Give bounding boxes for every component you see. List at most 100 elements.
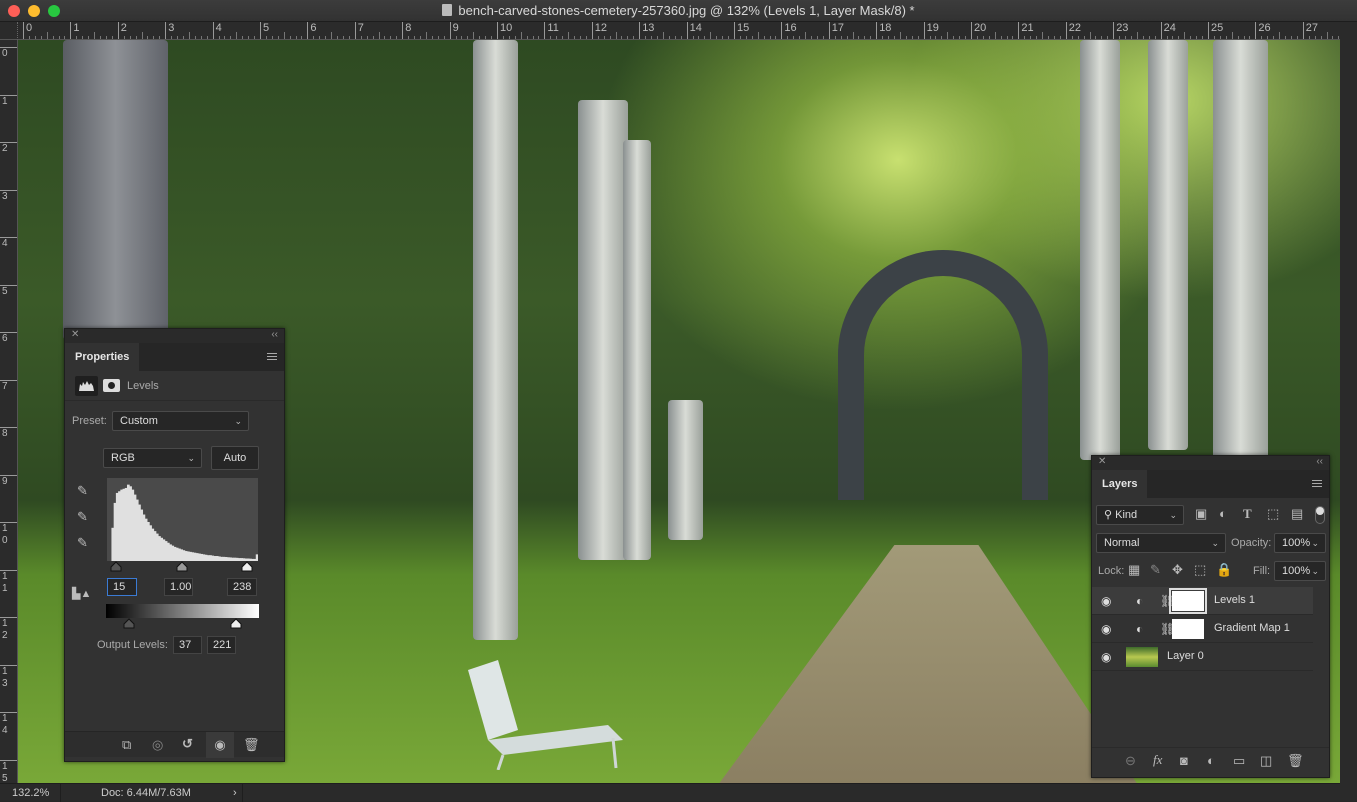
output-white-field[interactable]: 221: [207, 636, 236, 654]
horizontal-ruler[interactable]: 0 1 2 3 4 5 6 7 8 9 10 11 12 13 14 15 16 17 18 19 20 21 22 23 24…: [18, 22, 1340, 40]
zoom-level[interactable]: 132.2%: [12, 784, 49, 802]
layer-row-levels-1[interactable]: ◉ ◐ ⛓ Levels 1: [1092, 587, 1313, 615]
properties-panel: ✕ ‹‹ Properties Levels Preset: Custom ⌄ RG…: [64, 328, 285, 762]
close-panel-icon[interactable]: ✕: [1098, 456, 1106, 467]
pixel-layer-filter-icon[interactable]: ▣: [1195, 506, 1207, 522]
ruler-label: 15: [0, 759, 17, 783]
ruler-tick: [188, 32, 190, 39]
ruler-label: 17: [828, 22, 844, 39]
visibility-eye-icon[interactable]: ◉: [1101, 650, 1111, 664]
ruler-tick: [1089, 32, 1091, 39]
ruler-tick: [94, 32, 96, 39]
layer-filter-dropdown[interactable]: ⚲ Kind ⌄: [1096, 505, 1184, 525]
ruler-tick: [1136, 32, 1138, 39]
view-previous-state-icon[interactable]: ◎: [152, 737, 163, 753]
minimize-window-button[interactable]: [28, 5, 40, 17]
title-bar: bench-carved-stones-cemetery-257360.jpg …: [0, 0, 1357, 22]
channel-dropdown[interactable]: RGB ⌄: [103, 448, 202, 468]
close-window-button[interactable]: [8, 5, 20, 17]
input-white-field[interactable]: 238: [227, 578, 257, 596]
clipping-warning-icon[interactable]: ▙▲: [72, 587, 91, 600]
lock-pixels-icon[interactable]: ✎: [1150, 562, 1161, 578]
collapse-panel-icon[interactable]: ‹‹: [1316, 456, 1323, 467]
layer-mask-thumbnail[interactable]: [1172, 619, 1204, 639]
ruler-label: 9: [449, 22, 459, 39]
chevron-down-icon: ⌄: [1211, 538, 1219, 548]
maximize-window-button[interactable]: [48, 5, 60, 17]
shape-layer-filter-icon[interactable]: ⬚: [1267, 506, 1279, 522]
white-point-eyedropper-icon[interactable]: ✎: [77, 535, 88, 551]
tab-layers[interactable]: Layers: [1092, 470, 1148, 498]
close-panel-icon[interactable]: ✕: [71, 329, 79, 340]
input-gamma-field[interactable]: 1.00: [164, 578, 193, 596]
preset-dropdown[interactable]: Custom ⌄: [112, 411, 249, 431]
trash-icon[interactable]: 🗑: [1287, 753, 1304, 769]
visibility-eye-icon[interactable]: ◉: [206, 732, 234, 758]
input-sliders[interactable]: [107, 561, 258, 573]
layer-thumbnail[interactable]: [1126, 647, 1158, 667]
trash-icon[interactable]: 🗑: [243, 737, 260, 753]
black-point-eyedropper-icon[interactable]: ✎: [77, 483, 88, 499]
ruler-label: 21: [1018, 22, 1034, 39]
add-mask-icon[interactable]: ◙: [1180, 753, 1188, 768]
auto-button[interactable]: Auto: [211, 446, 259, 470]
status-menu-arrow[interactable]: ›: [233, 784, 237, 802]
output-gradient-bar: [106, 604, 259, 618]
link-icon[interactable]: ⊖: [1125, 753, 1136, 769]
ruler-label: 11: [0, 569, 17, 617]
ruler-origin[interactable]: [0, 22, 18, 40]
adjustment-layer-filter-icon[interactable]: ◐: [1219, 506, 1227, 521]
gray-point-eyedropper-icon[interactable]: ✎: [77, 509, 88, 525]
ruler-label: 26: [1255, 22, 1271, 39]
adjustment-icon[interactable]: ◐: [1207, 753, 1215, 768]
ruler-tick: [899, 32, 901, 39]
panel-menu-icon[interactable]: [1312, 480, 1322, 487]
layers-panel: ✕ ‹‹ Layers ⚲ Kind ⌄ ▣ ◐ T ⬚ ▤ Normal ⌄ Opa…: [1091, 455, 1330, 778]
clip-to-layer-icon[interactable]: ⧉: [122, 737, 131, 753]
lock-position-icon[interactable]: ✥: [1172, 562, 1183, 578]
reset-icon[interactable]: ↺: [182, 736, 193, 752]
ruler-label: 8: [402, 22, 411, 39]
layer-row-layer-0[interactable]: ◉ Layer 0: [1092, 643, 1313, 671]
folder-icon[interactable]: ▭: [1233, 753, 1245, 769]
levels-adjustment-icon[interactable]: [75, 376, 98, 396]
fx-icon[interactable]: fx: [1153, 752, 1162, 768]
output-sliders[interactable]: [106, 618, 259, 630]
lock-transparency-icon[interactable]: ▦: [1128, 562, 1140, 578]
visibility-eye-icon[interactable]: ◉: [1101, 622, 1111, 636]
layer-name[interactable]: Levels 1: [1214, 594, 1255, 606]
ruler-tick: [710, 32, 712, 39]
layer-mask-icon[interactable]: [103, 379, 120, 392]
fill-field[interactable]: 100% ⌄: [1274, 561, 1326, 581]
filter-toggle[interactable]: [1315, 506, 1325, 524]
blend-mode-dropdown[interactable]: Normal ⌄: [1096, 533, 1226, 553]
layer-mask-thumbnail[interactable]: [1169, 588, 1207, 614]
collapse-panel-icon[interactable]: ‹‹: [271, 329, 278, 340]
garden-path: [718, 545, 1138, 783]
ruler-label: 22: [1065, 22, 1081, 39]
output-black-field[interactable]: 37: [173, 636, 202, 654]
layer-name[interactable]: Layer 0: [1167, 650, 1204, 662]
visibility-eye-icon[interactable]: ◉: [1101, 594, 1111, 608]
type-layer-filter-icon[interactable]: T: [1243, 506, 1252, 522]
tab-properties[interactable]: Properties: [65, 343, 140, 371]
ruler-label: 20: [971, 22, 986, 39]
output-white-slider: [230, 618, 242, 629]
layer-name[interactable]: Gradient Map 1: [1214, 622, 1290, 634]
layer-row-gradient-map-1[interactable]: ◉ ◐ ⛓ Gradient Map 1: [1092, 615, 1313, 643]
tree-trunk: [63, 40, 168, 340]
new-layer-icon[interactable]: ◫: [1260, 753, 1272, 769]
vertical-ruler[interactable]: 0123456789101112131415: [0, 40, 18, 783]
smart-object-filter-icon[interactable]: ▤: [1291, 506, 1303, 522]
ruler-label: 3: [0, 189, 17, 237]
input-gamma-slider: [176, 561, 188, 572]
opacity-field[interactable]: 100% ⌄: [1274, 533, 1326, 553]
ruler-label: 5: [0, 284, 17, 332]
ruler-label: 10: [0, 522, 17, 569]
lock-artboard-icon[interactable]: ⬚: [1194, 562, 1206, 578]
input-black-field[interactable]: 15: [107, 578, 137, 596]
window-title: bench-carved-stones-cemetery-257360.jpg …: [458, 3, 915, 18]
panel-menu-icon[interactable]: [267, 353, 277, 360]
ruler-tick: [1231, 32, 1233, 39]
lock-all-icon[interactable]: 🔒: [1216, 562, 1232, 578]
